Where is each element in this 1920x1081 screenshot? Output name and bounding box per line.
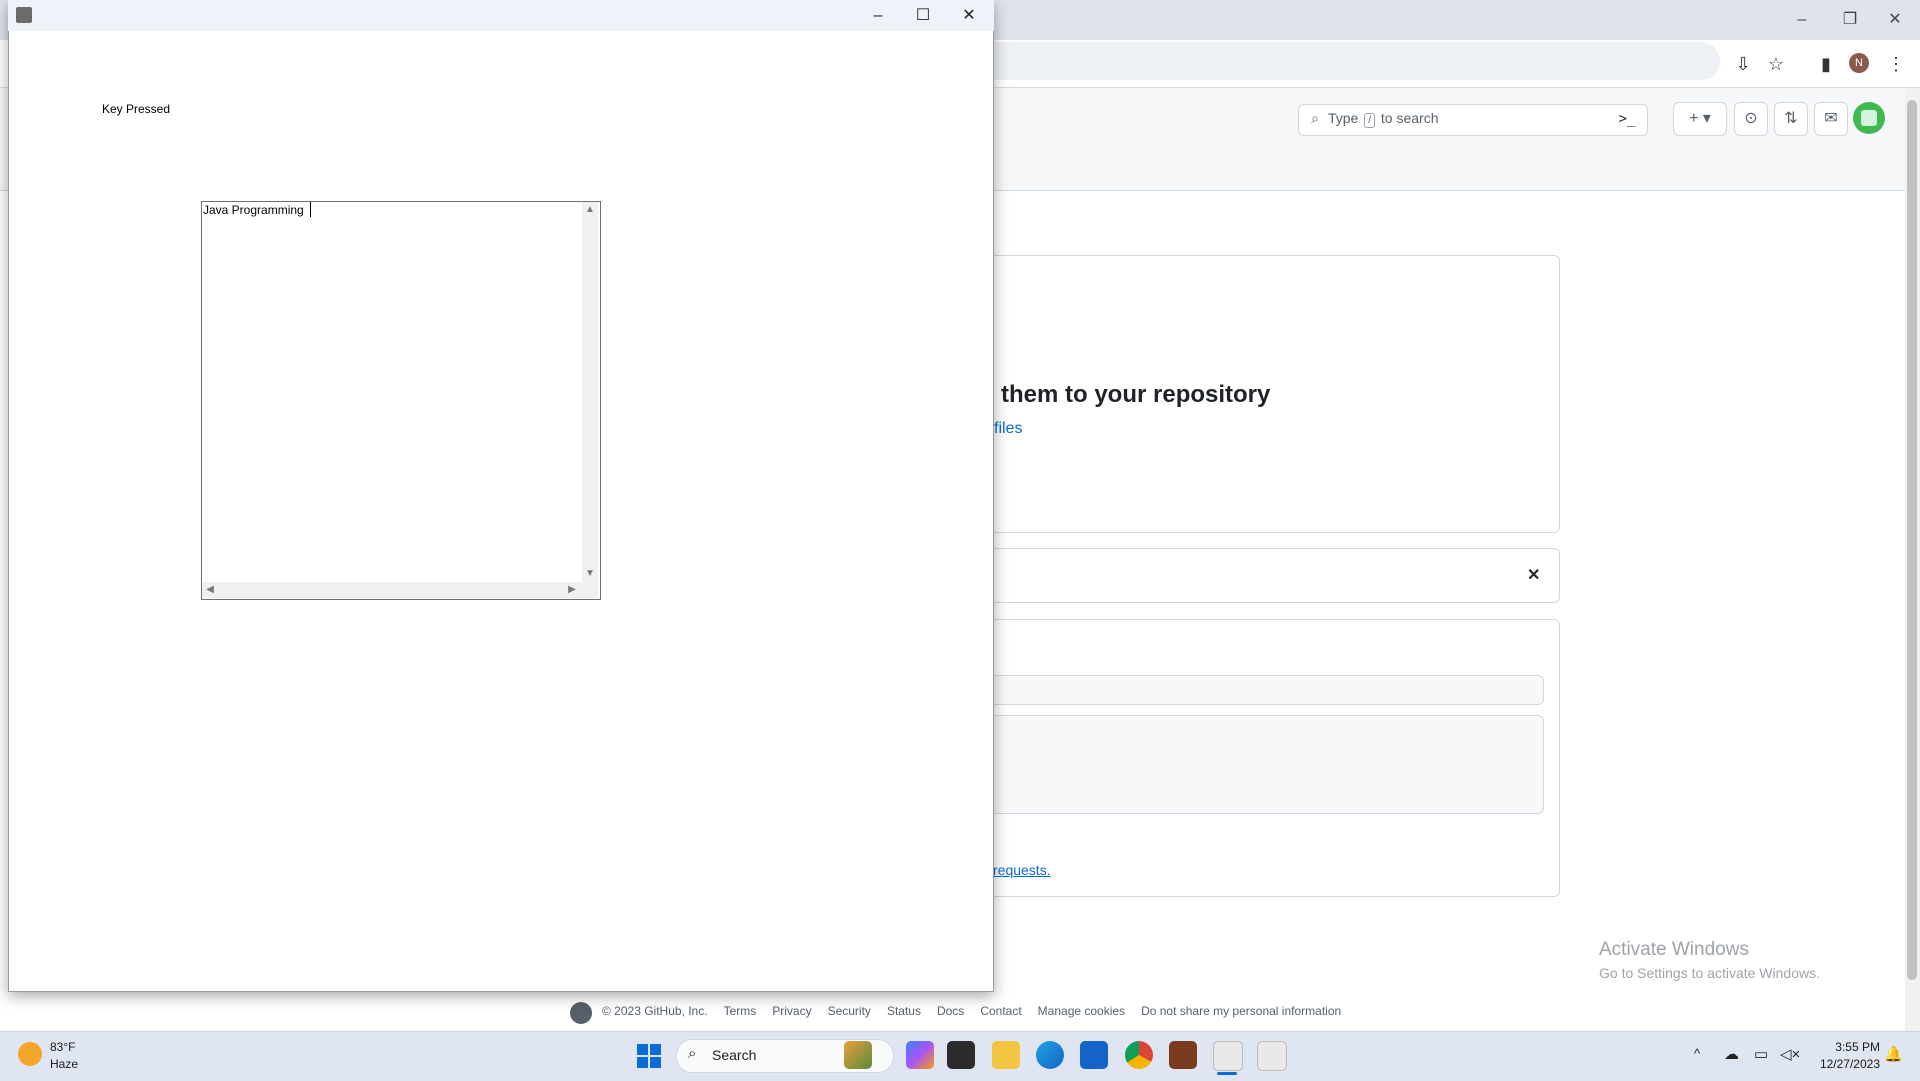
activate-windows-subtitle: Go to Settings to activate Windows. — [1599, 965, 1820, 981]
choose-files-link[interactable]: files — [994, 420, 1022, 438]
footer-copyright: © 2023 GitHub, Inc. — [602, 1004, 708, 1018]
volume-muted-icon[interactable]: ◁× — [1780, 1045, 1800, 1063]
java-window-titlebar[interactable] — [8, 0, 994, 31]
footer-link-security[interactable]: Security — [828, 1004, 871, 1018]
scroll-right-arrow-icon[interactable]: ▶ — [564, 582, 580, 598]
java-icon[interactable] — [1257, 1041, 1287, 1071]
chrome-icon[interactable] — [1125, 1041, 1153, 1069]
footer-link-docs[interactable]: Docs — [937, 1004, 964, 1018]
inbox-icon[interactable]: ✉ — [1814, 102, 1848, 136]
github-logo-icon[interactable] — [570, 1002, 592, 1024]
github-search-placeholder: Type / to search — [1328, 110, 1439, 128]
java-maximize-button[interactable]: ☐ — [903, 4, 943, 28]
upload-heading: them to your repository — [1001, 381, 1271, 408]
folder-icon[interactable] — [992, 1041, 1020, 1069]
browser-minimize-button[interactable]: – — [1787, 8, 1817, 32]
java-icon — [16, 7, 32, 23]
github-footer: © 2023 GitHub, Inc. Terms Privacy Security S… — [602, 1004, 1357, 1024]
weather-condition[interactable]: Haze — [50, 1057, 78, 1071]
search-icon: ⌕ — [688, 1045, 697, 1062]
notification-bell-icon[interactable]: 🔔 — [1884, 1045, 1903, 1063]
clock-time[interactable]: 3:55 PM — [1800, 1040, 1880, 1054]
java-minimize-button[interactable]: – — [858, 4, 898, 28]
search-icon: ⌕ — [1311, 110, 1319, 126]
java-close-button[interactable]: ✕ — [949, 4, 989, 28]
search-highlight-icon — [844, 1041, 872, 1069]
browser-close-button[interactable]: ✕ — [1880, 8, 1910, 32]
pull-requests-icon[interactable]: ⇅ — [1774, 102, 1808, 136]
scroll-down-arrow-icon[interactable]: ▼ — [582, 566, 598, 582]
commit-description-textarea[interactable] — [975, 715, 1544, 814]
store-icon[interactable] — [1080, 1041, 1108, 1069]
edge-icon[interactable] — [1036, 1041, 1064, 1069]
pull-requests-link[interactable]: requests. — [993, 862, 1051, 878]
footer-link-terms[interactable]: Terms — [724, 1004, 757, 1018]
text-caret — [310, 202, 311, 217]
side-panel-icon[interactable]: ▮ — [1812, 50, 1840, 78]
footer-link-privacy[interactable]: Privacy — [772, 1004, 811, 1018]
bookmark-star-icon[interactable]: ☆ — [1762, 50, 1790, 78]
issues-icon[interactable]: ⊙ — [1734, 102, 1768, 136]
onedrive-icon[interactable]: ☁ — [1724, 1045, 1739, 1063]
browser-restore-button[interactable]: ❐ — [1835, 8, 1865, 32]
address-bar[interactable] — [960, 42, 1720, 80]
windows-logo-icon — [637, 1057, 648, 1068]
footer-link-status[interactable]: Status — [887, 1004, 921, 1018]
footer-link-do-not-share[interactable]: Do not share my personal information — [1141, 1004, 1341, 1018]
clock-date[interactable]: 12/27/2023 — [1800, 1057, 1880, 1071]
install-app-icon[interactable]: ⇩ — [1729, 50, 1757, 78]
close-icon[interactable]: ✕ — [1527, 565, 1540, 585]
java-textarea[interactable] — [201, 201, 601, 600]
windows-logo-icon — [650, 1044, 661, 1055]
notice-box — [960, 548, 1560, 603]
github-avatar[interactable] — [1853, 102, 1885, 134]
vertical-scrollbar[interactable] — [582, 202, 598, 582]
taskbar-search-label: Search — [712, 1047, 757, 1063]
activate-windows-title: Activate Windows — [1599, 939, 1749, 960]
footer-link-manage-cookies[interactable]: Manage cookies — [1038, 1004, 1125, 1018]
command-palette-icon[interactable]: >_ — [1612, 104, 1642, 134]
profile-avatar[interactable]: N — [1849, 53, 1869, 73]
network-icon[interactable]: ▭ — [1754, 1045, 1768, 1063]
show-hidden-icons-chevron-icon[interactable]: ^ — [1694, 1046, 1700, 1061]
scrollbar-corner — [582, 582, 598, 598]
copilot-icon[interactable] — [906, 1041, 934, 1069]
weather-temperature[interactable]: 83°F — [50, 1040, 75, 1054]
scroll-up-arrow-icon[interactable]: ▲ — [582, 202, 598, 218]
java-icon[interactable] — [1213, 1041, 1243, 1071]
page-scrollbar-thumb[interactable] — [1907, 100, 1917, 980]
horizontal-scrollbar[interactable] — [202, 582, 582, 598]
windows-logo-icon — [650, 1057, 661, 1068]
browser-menu-icon[interactable]: ⋮ — [1882, 50, 1910, 78]
weather-sun-icon[interactable] — [18, 1042, 42, 1066]
scroll-left-arrow-icon[interactable]: ◀ — [202, 582, 218, 598]
active-app-indicator — [1217, 1072, 1237, 1075]
app-icon[interactable] — [1169, 1041, 1197, 1069]
key-pressed-label: Key Pressed — [102, 102, 171, 116]
start-button[interactable] — [637, 1044, 661, 1068]
java-textarea-value: Java Programming — [203, 203, 308, 217]
create-new-button[interactable]: + ▾ — [1673, 102, 1727, 136]
file-explorer-icon[interactable] — [947, 1041, 975, 1069]
windows-logo-icon — [637, 1044, 648, 1055]
footer-link-contact[interactable]: Contact — [980, 1004, 1021, 1018]
commit-summary-input[interactable] — [975, 675, 1544, 705]
